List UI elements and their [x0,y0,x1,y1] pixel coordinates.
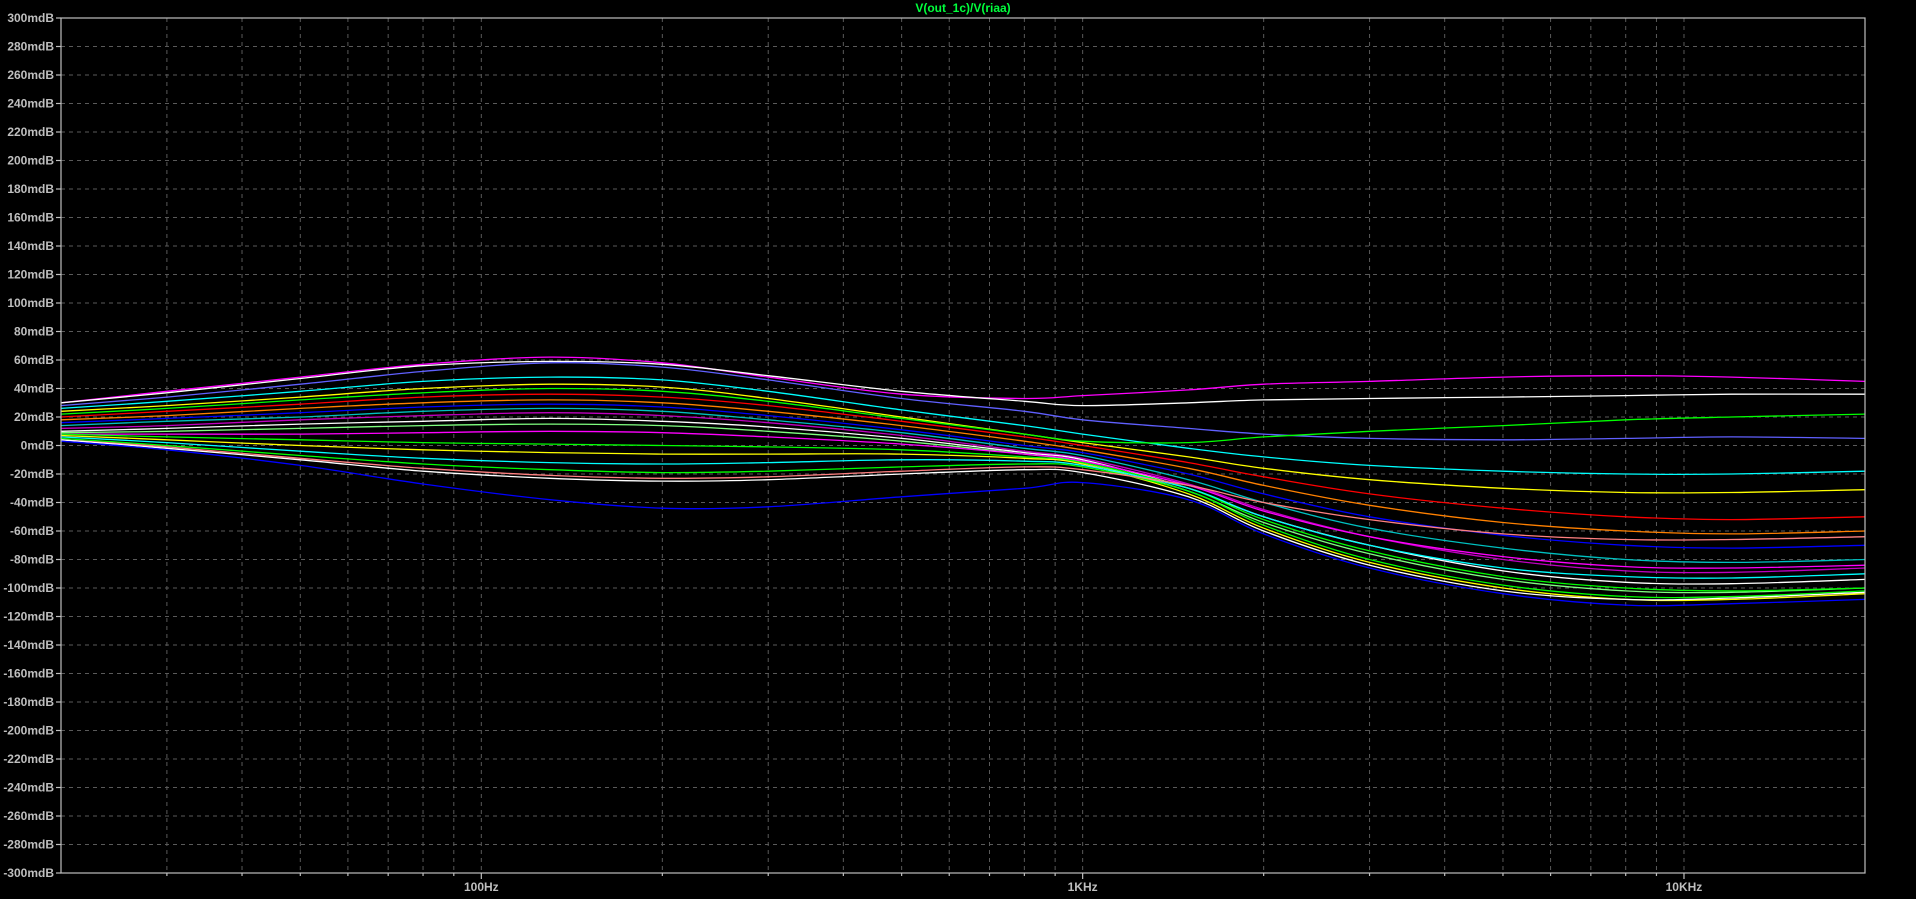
x-tick-label: 100Hz [464,880,499,894]
x-tick-label: 10KHz [1666,880,1703,894]
y-tick-label: -40mdB [10,496,54,510]
y-tick-label: -220mdB [3,752,54,766]
y-tick-label: 140mdB [7,239,54,253]
y-tick-label: -120mdB [3,610,54,624]
y-tick-label: 180mdB [7,182,54,196]
y-tick-label: 200mdB [7,154,54,168]
y-tick-label: -160mdB [3,667,54,681]
y-tick-label: -300mdB [3,866,54,880]
series-line [60,399,1866,535]
y-tick-label: 20mdB [14,410,54,424]
series-line [60,440,1866,607]
chart-title: V(out_1c)/V(riaa) [915,1,1010,15]
y-tick-label: -180mdB [3,695,54,709]
series-line [60,439,1866,601]
y-tick-label: 280mdB [7,40,54,54]
y-tick-label: -100mdB [3,581,54,595]
y-tick-label: 40mdB [14,382,54,396]
series-line [60,439,1866,541]
series-group [60,356,1866,607]
y-tick-label: -280mdB [3,838,54,852]
series-line [60,393,1866,521]
y-tick-label: 220mdB [7,125,54,139]
x-tick-label: 1KHz [1068,880,1098,894]
series-line [60,407,1866,564]
y-tick-label: -240mdB [3,781,54,795]
series-line [60,360,1866,407]
y-tick-label: 260mdB [7,68,54,82]
y-tick-label: -140mdB [3,638,54,652]
bode-plot: 300mdB 280mdB 260mdB 240mdB 220mdB 200mdB 180m… [3,1,1866,894]
y-tick-label: 100mdB [7,296,54,310]
y-tick-label: -60mdB [10,524,54,538]
y-tick-label: 120mdB [7,268,54,282]
series-line [60,423,1866,594]
y-tick-label: 300mdB [7,11,54,25]
y-tick-label: 240mdB [7,97,54,111]
series-line [60,430,1866,569]
y-tick-label: -80mdB [10,553,54,567]
y-tick-label: -260mdB [3,809,54,823]
y-tick-label: -20mdB [10,467,54,481]
y-tick-label: 0mdB [21,439,55,453]
y-tick-label: 160mdB [7,211,54,225]
y-tick-label: 80mdB [14,325,54,339]
y-tick-label: 60mdB [14,353,54,367]
y-tick-label: -200mdB [3,724,54,738]
